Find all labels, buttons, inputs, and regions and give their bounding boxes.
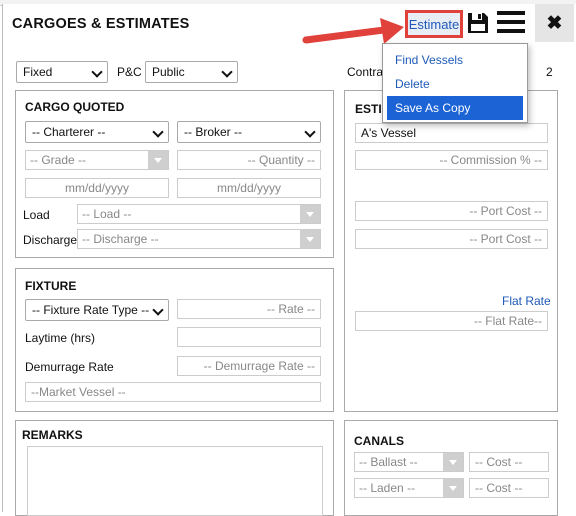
pc-select[interactable]: Public (145, 61, 238, 83)
laycan-from-date[interactable]: mm/dd/yyyy (25, 178, 169, 198)
flat-rate-link[interactable]: Flat Rate (502, 294, 551, 308)
estimate-heading: ESTI (355, 102, 382, 116)
remarks-textarea[interactable] (27, 446, 323, 516)
estimate-menu-button[interactable]: Estimate (405, 10, 463, 38)
discharge-select-label: -- Discharge -- (82, 232, 159, 246)
charterer-select[interactable]: -- Charterer -- (25, 121, 169, 143)
demurrage-rate-input[interactable]: -- Demurrage Rate -- (177, 356, 321, 376)
quantity-input[interactable]: -- Quantity -- (177, 150, 321, 170)
contract-label: Contra (347, 65, 384, 79)
grade-select[interactable]: -- Grade -- (25, 150, 169, 170)
remarks-heading: REMARKS (22, 428, 83, 442)
load-label: Load (23, 208, 50, 222)
window-title: CARGOES & ESTIMATES (12, 16, 190, 32)
flat-rate-input[interactable]: -- Flat Rate-- (355, 311, 548, 331)
close-button[interactable]: ✖ (535, 4, 574, 42)
laden-select-label: -- Laden -- (359, 481, 416, 495)
market-vessel-input[interactable]: --Market Vessel -- (25, 382, 321, 402)
fixed-select[interactable]: Fixed (16, 61, 108, 83)
discharge-label: Discharge (23, 233, 78, 247)
estimate-dropdown-menu: Find Vessels Delete Save As Copy (382, 43, 528, 123)
estimate-link-label: Estimate (408, 16, 460, 32)
close-icon: ✖ (546, 12, 563, 34)
menu-item-find-vessels[interactable]: Find Vessels (387, 48, 523, 72)
vessel-input[interactable]: A's Vessel (355, 123, 548, 143)
port-cost-input-1[interactable]: -- Port Cost -- (355, 201, 548, 221)
grade-select-label: -- Grade -- (30, 153, 87, 167)
laycan-to-date[interactable]: mm/dd/yyyy (177, 178, 321, 198)
fixture-rate-type-select[interactable]: -- Fixture Rate Type -- (25, 299, 169, 321)
save-icon[interactable] (466, 11, 490, 35)
load-select-label: -- Load -- (82, 207, 132, 221)
rate-input[interactable]: -- Rate -- (177, 299, 321, 319)
laytime-input[interactable] (177, 327, 321, 347)
pc-label: P&C (117, 65, 142, 79)
demurrage-label: Demurrage Rate (25, 360, 114, 374)
contract-value: 2 (546, 65, 553, 79)
menu-item-save-as-copy[interactable]: Save As Copy (387, 96, 523, 120)
ballast-cost-input[interactable]: -- Cost -- (469, 452, 549, 472)
laytime-label: Laytime (hrs) (25, 331, 96, 345)
menu-item-delete[interactable]: Delete (387, 72, 523, 96)
ballast-select-label: -- Ballast -- (359, 455, 418, 469)
cargo-quoted-heading: CARGO QUOTED (25, 100, 125, 114)
laden-cost-input[interactable]: -- Cost -- (469, 478, 549, 498)
fixture-heading: FIXTURE (25, 279, 77, 293)
port-cost-input-2[interactable]: -- Port Cost -- (355, 229, 548, 249)
ballast-select[interactable]: -- Ballast -- (354, 452, 464, 472)
hamburger-menu-icon[interactable] (497, 11, 525, 35)
laden-select[interactable]: -- Laden -- (354, 478, 464, 498)
load-select[interactable]: -- Load -- (77, 204, 321, 224)
commission-input[interactable]: -- Commission % -- (355, 150, 548, 170)
broker-select[interactable]: -- Broker -- (177, 121, 321, 143)
discharge-select[interactable]: -- Discharge -- (77, 229, 321, 249)
canals-heading: CANALS (354, 434, 404, 448)
